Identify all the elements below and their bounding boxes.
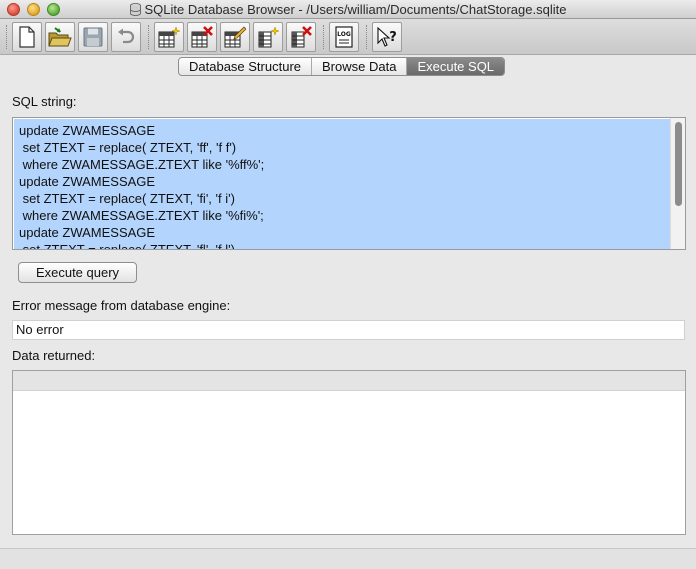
tab-execute-sql[interactable]: Execute SQL — [407, 58, 505, 75]
index-delete-icon — [291, 26, 312, 48]
log-icon-text: LOG — [337, 31, 351, 38]
table-delete-icon — [191, 26, 213, 48]
data-returned-label: Data returned: — [12, 348, 96, 363]
create-table-button[interactable] — [154, 22, 184, 52]
whats-this-icon: ? — [377, 26, 397, 47]
sql-text[interactable]: update ZWAMESSAGE set ZTEXT = replace( Z… — [14, 119, 670, 249]
tab-browse-data[interactable]: Browse Data — [312, 58, 408, 75]
log-icon: LOG — [335, 26, 353, 48]
toolbar-separator — [323, 25, 324, 49]
table-add-icon — [158, 26, 180, 48]
new-database-button[interactable] — [12, 22, 42, 52]
whats-this-icon-text: ? — [389, 30, 397, 45]
main-tabs: Database Structure Browse Data Execute S… — [178, 57, 506, 76]
error-message-field: No error — [12, 320, 685, 340]
whats-this-button[interactable]: ? — [372, 22, 402, 52]
open-folder-icon — [48, 27, 72, 47]
results-table[interactable] — [12, 370, 686, 535]
sql-string-label: SQL string: — [12, 94, 77, 109]
sql-log-button[interactable]: LOG — [329, 22, 359, 52]
toolbar: LOG ? — [0, 19, 696, 55]
sql-scrollbar-thumb[interactable] — [675, 122, 682, 206]
delete-table-button[interactable] — [187, 22, 217, 52]
window-title: SQLite Database Browser - /Users/william… — [144, 2, 567, 17]
sql-editor[interactable]: update ZWAMESSAGE set ZTEXT = replace( Z… — [12, 117, 686, 250]
new-document-icon — [19, 26, 35, 48]
database-icon — [129, 3, 141, 16]
undo-arrow-icon — [118, 28, 135, 44]
results-table-header — [13, 371, 685, 391]
table-edit-icon — [224, 26, 246, 48]
open-database-button[interactable] — [45, 22, 75, 52]
create-index-button[interactable] — [253, 22, 283, 52]
delete-index-button[interactable] — [286, 22, 316, 52]
sql-scrollbar[interactable] — [670, 118, 685, 249]
toolbar-separator — [366, 25, 367, 49]
execute-query-button[interactable]: Execute query — [18, 262, 137, 283]
tab-database-structure[interactable]: Database Structure — [179, 58, 313, 75]
save-database-button[interactable] — [78, 22, 108, 52]
undo-button[interactable] — [111, 22, 141, 52]
error-message-label: Error message from database engine: — [12, 298, 231, 313]
index-add-icon — [258, 26, 279, 48]
status-bar — [0, 548, 696, 569]
title-bar: SQLite Database Browser - /Users/william… — [0, 0, 696, 19]
floppy-disk-icon — [83, 27, 103, 47]
window-title-wrap: SQLite Database Browser - /Users/william… — [0, 2, 696, 17]
toolbar-separator — [6, 25, 7, 49]
toolbar-separator — [148, 25, 149, 49]
modify-table-button[interactable] — [220, 22, 250, 52]
